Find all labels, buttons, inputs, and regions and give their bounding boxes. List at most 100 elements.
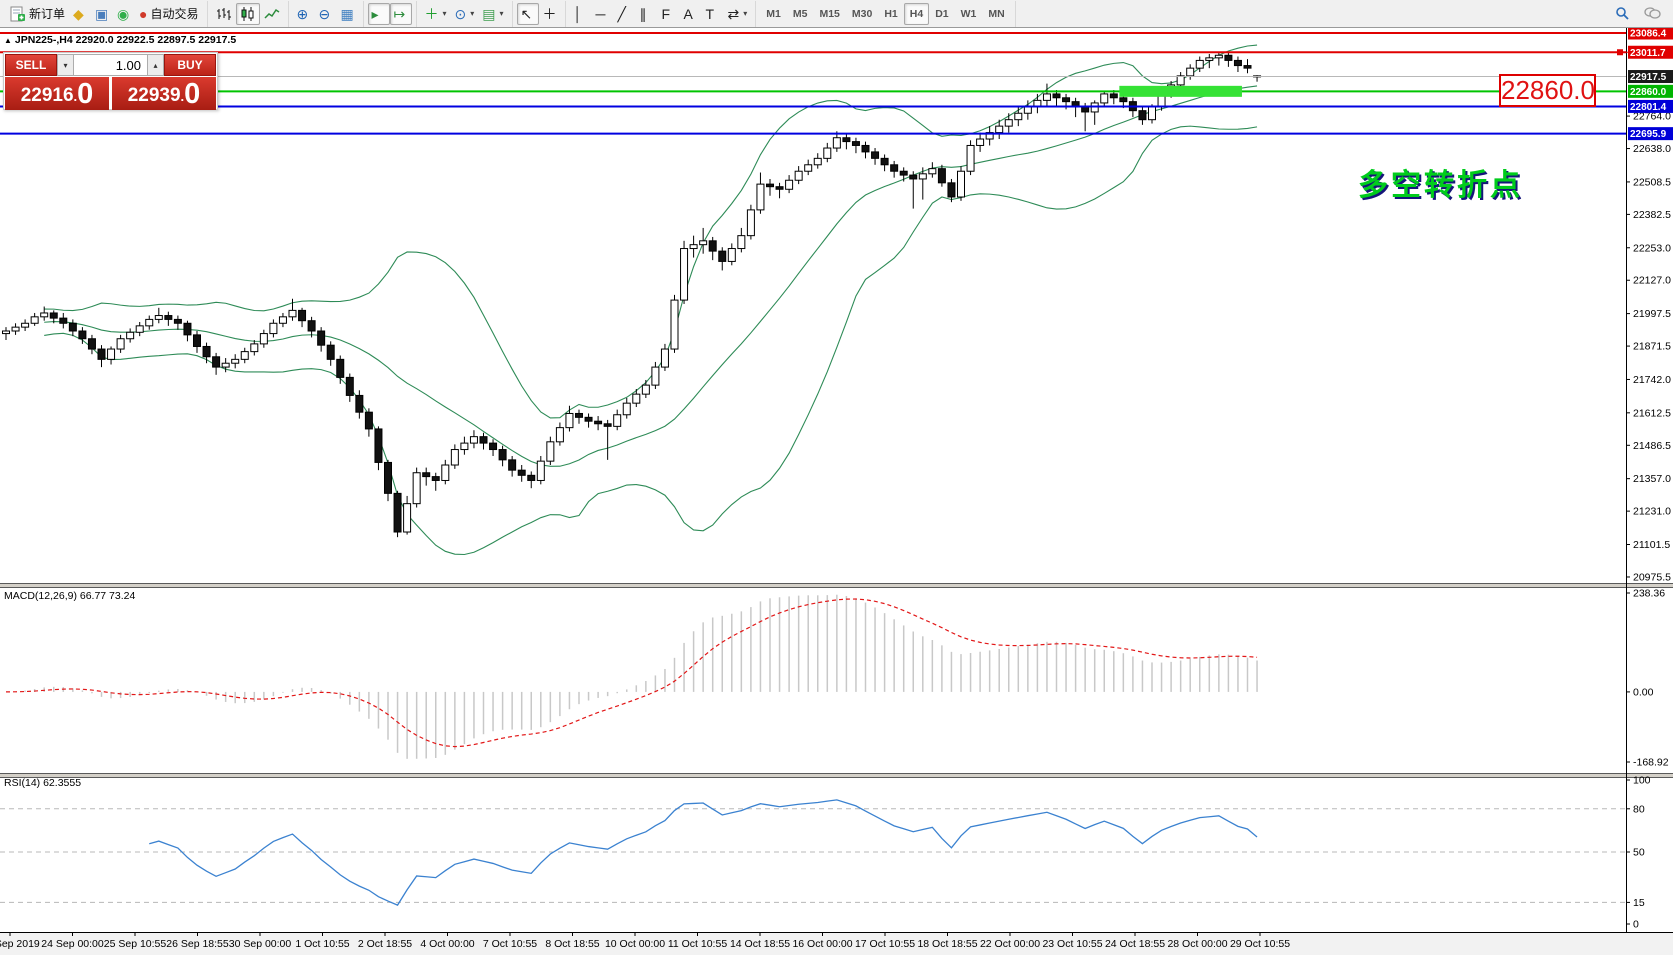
text-tool[interactable]: A	[680, 3, 702, 25]
svg-text:16 Oct 00:00: 16 Oct 00:00	[792, 938, 852, 950]
indicators-button[interactable]: ＋▾	[421, 3, 451, 25]
rsi-indicator-label: RSI(14) 62.3555	[4, 777, 81, 789]
svg-text:22508.5: 22508.5	[1633, 176, 1671, 188]
sell-price-pip: 0	[77, 79, 93, 109]
svg-text:15: 15	[1633, 897, 1645, 909]
svg-text:100: 100	[1633, 775, 1651, 787]
timeframe-m30[interactable]: M30	[846, 3, 878, 25]
svg-text:21486.5: 21486.5	[1633, 440, 1671, 452]
svg-text:22253.0: 22253.0	[1633, 242, 1671, 254]
chart-profile-icon[interactable]: ▣	[91, 3, 113, 25]
chart-shift-icon[interactable]: ↦	[390, 3, 412, 25]
svg-text:23086.4: 23086.4	[1630, 29, 1667, 40]
svg-text:21357.0: 21357.0	[1633, 473, 1671, 485]
svg-text:8 Oct 18:55: 8 Oct 18:55	[545, 938, 599, 950]
svg-text:0: 0	[1633, 919, 1639, 931]
cursor-tool[interactable]: ↖	[517, 3, 539, 25]
buy-price-main: 22939	[128, 83, 181, 109]
one-click-trading-panel: SELL ▾ ▴ BUY 22916.0 22939.0	[3, 52, 218, 110]
fibonacci-tool[interactable]: F	[658, 3, 680, 25]
timeframe-h1[interactable]: H1	[878, 3, 903, 25]
macd-indicator-label: MACD(12,26,9) 66.77 73.24	[4, 590, 135, 602]
svg-text:80: 80	[1633, 803, 1645, 815]
svg-text:24 Sep 00:00: 24 Sep 00:00	[41, 938, 104, 950]
volume-increase-button[interactable]: ▴	[147, 54, 164, 76]
svg-text:29 Oct 10:55: 29 Oct 10:55	[1230, 938, 1290, 950]
svg-text:22801.4: 22801.4	[1630, 102, 1667, 113]
buy-price-button[interactable]: 22939.0	[112, 77, 216, 110]
svg-text:-168.92: -168.92	[1633, 757, 1669, 769]
text-label-tool[interactable]: T	[702, 3, 724, 25]
svg-text:238.36: 238.36	[1633, 588, 1665, 600]
svg-text:18 Oct 18:55: 18 Oct 18:55	[917, 938, 977, 950]
templates-button[interactable]: ▤▾	[478, 3, 507, 25]
svg-text:4 Oct 00:00: 4 Oct 00:00	[420, 938, 474, 950]
auto-scroll-icon[interactable]: ▸	[368, 3, 390, 25]
bar-chart-icon[interactable]	[212, 3, 236, 25]
svg-text:1 Oct 10:55: 1 Oct 10:55	[295, 938, 349, 950]
timeframe-m15[interactable]: M15	[813, 3, 845, 25]
candlestick-chart-icon[interactable]	[236, 3, 260, 25]
tile-windows-icon[interactable]: ▦	[337, 3, 359, 25]
equidistant-channel-tool[interactable]: ∥	[636, 3, 658, 25]
chart-window: 22764.022638.022508.522382.522253.022127…	[0, 28, 1673, 955]
svg-text:22 Oct 00:00: 22 Oct 00:00	[980, 938, 1040, 950]
svg-text:30 Sep 00:00: 30 Sep 00:00	[229, 938, 292, 950]
svg-text:22382.5: 22382.5	[1633, 209, 1671, 221]
zoom-out-icon[interactable]: ⊖	[315, 3, 337, 25]
svg-text:22638.0: 22638.0	[1633, 143, 1671, 155]
periods-button[interactable]: ⊙▾	[451, 3, 479, 25]
collapse-panel-icon[interactable]: ▲	[4, 36, 12, 45]
svg-text:23 Oct 10:55: 23 Oct 10:55	[1042, 938, 1102, 950]
timeframe-h4[interactable]: H4	[904, 3, 929, 25]
svg-text:22917.5: 22917.5	[1630, 72, 1667, 83]
line-chart-icon[interactable]	[260, 3, 284, 25]
timeframe-m5[interactable]: M5	[787, 3, 814, 25]
svg-text:26 Sep 18:55: 26 Sep 18:55	[166, 938, 229, 950]
sell-price-button[interactable]: 22916.0	[5, 77, 109, 110]
svg-text:11 Oct 10:55: 11 Oct 10:55	[668, 938, 728, 950]
buy-button[interactable]: BUY	[164, 54, 216, 76]
market-watch-icon[interactable]: ◆	[69, 3, 91, 25]
sell-button[interactable]: SELL	[5, 54, 57, 76]
volume-decrease-button[interactable]: ▾	[57, 54, 74, 76]
svg-text:21997.5: 21997.5	[1633, 308, 1671, 320]
timeframe-mn[interactable]: MN	[982, 3, 1010, 25]
signals-icon[interactable]: ◉	[113, 3, 135, 25]
svg-text:21612.5: 21612.5	[1633, 407, 1671, 419]
sell-price-main: 22916	[21, 83, 74, 109]
volume-input[interactable]	[74, 54, 147, 76]
svg-text:7 Oct 10:55: 7 Oct 10:55	[483, 938, 537, 950]
main-toolbar: 新订单◆▣◉●自动交易 ⊕⊖▦ ▸↦ ＋▾⊙▾▤▾ ↖＋ │─╱∥FAT⇄▾ M1M5M15…	[0, 0, 1673, 28]
svg-text:21742.0: 21742.0	[1633, 374, 1671, 386]
arrows-tool[interactable]: ⇄▾	[724, 3, 752, 25]
horizontal-line-tool[interactable]: ─	[592, 3, 614, 25]
autotrading-button[interactable]: ●自动交易	[135, 3, 202, 25]
svg-text:14 Oct 18:55: 14 Oct 18:55	[730, 938, 790, 950]
new-order-button[interactable]: 新订单	[6, 3, 69, 25]
svg-text:10 Oct 00:00: 10 Oct 00:00	[605, 938, 665, 950]
svg-text:20975.5: 20975.5	[1633, 571, 1671, 583]
svg-text:24 Oct 18:55: 24 Oct 18:55	[1105, 938, 1165, 950]
timeframe-w1[interactable]: W1	[955, 3, 983, 25]
chat-button[interactable]	[1640, 3, 1665, 25]
buy-price-pip: 0	[184, 79, 200, 109]
vertical-line-tool[interactable]: │	[570, 3, 592, 25]
mt4-window: 新订单◆▣◉●自动交易 ⊕⊖▦ ▸↦ ＋▾⊙▾▤▾ ↖＋ │─╱∥FAT⇄▾ M1M5M15…	[0, 0, 1673, 955]
svg-text:21231.0: 21231.0	[1633, 506, 1671, 518]
svg-text:22127.0: 22127.0	[1633, 275, 1671, 287]
zoom-in-icon[interactable]: ⊕	[293, 3, 315, 25]
svg-text:25 Sep 10:55: 25 Sep 10:55	[104, 938, 167, 950]
svg-text:22695.9: 22695.9	[1630, 129, 1667, 140]
timeframe-m1[interactable]: M1	[760, 3, 787, 25]
timeframe-d1[interactable]: D1	[929, 3, 954, 25]
turning-point-annotation[interactable]: 多空转折点	[1358, 160, 1523, 204]
svg-text:50: 50	[1633, 847, 1645, 859]
crosshair-tool[interactable]: ＋	[539, 3, 561, 25]
trendline-tool[interactable]: ╱	[614, 3, 636, 25]
svg-text:17 Oct 10:55: 17 Oct 10:55	[855, 938, 915, 950]
price-annotation-label[interactable]: 22860.0	[1499, 74, 1596, 107]
svg-text:23011.7: 23011.7	[1630, 48, 1666, 59]
search-button[interactable]	[1611, 3, 1634, 25]
svg-text:22860.0: 22860.0	[1630, 87, 1667, 98]
